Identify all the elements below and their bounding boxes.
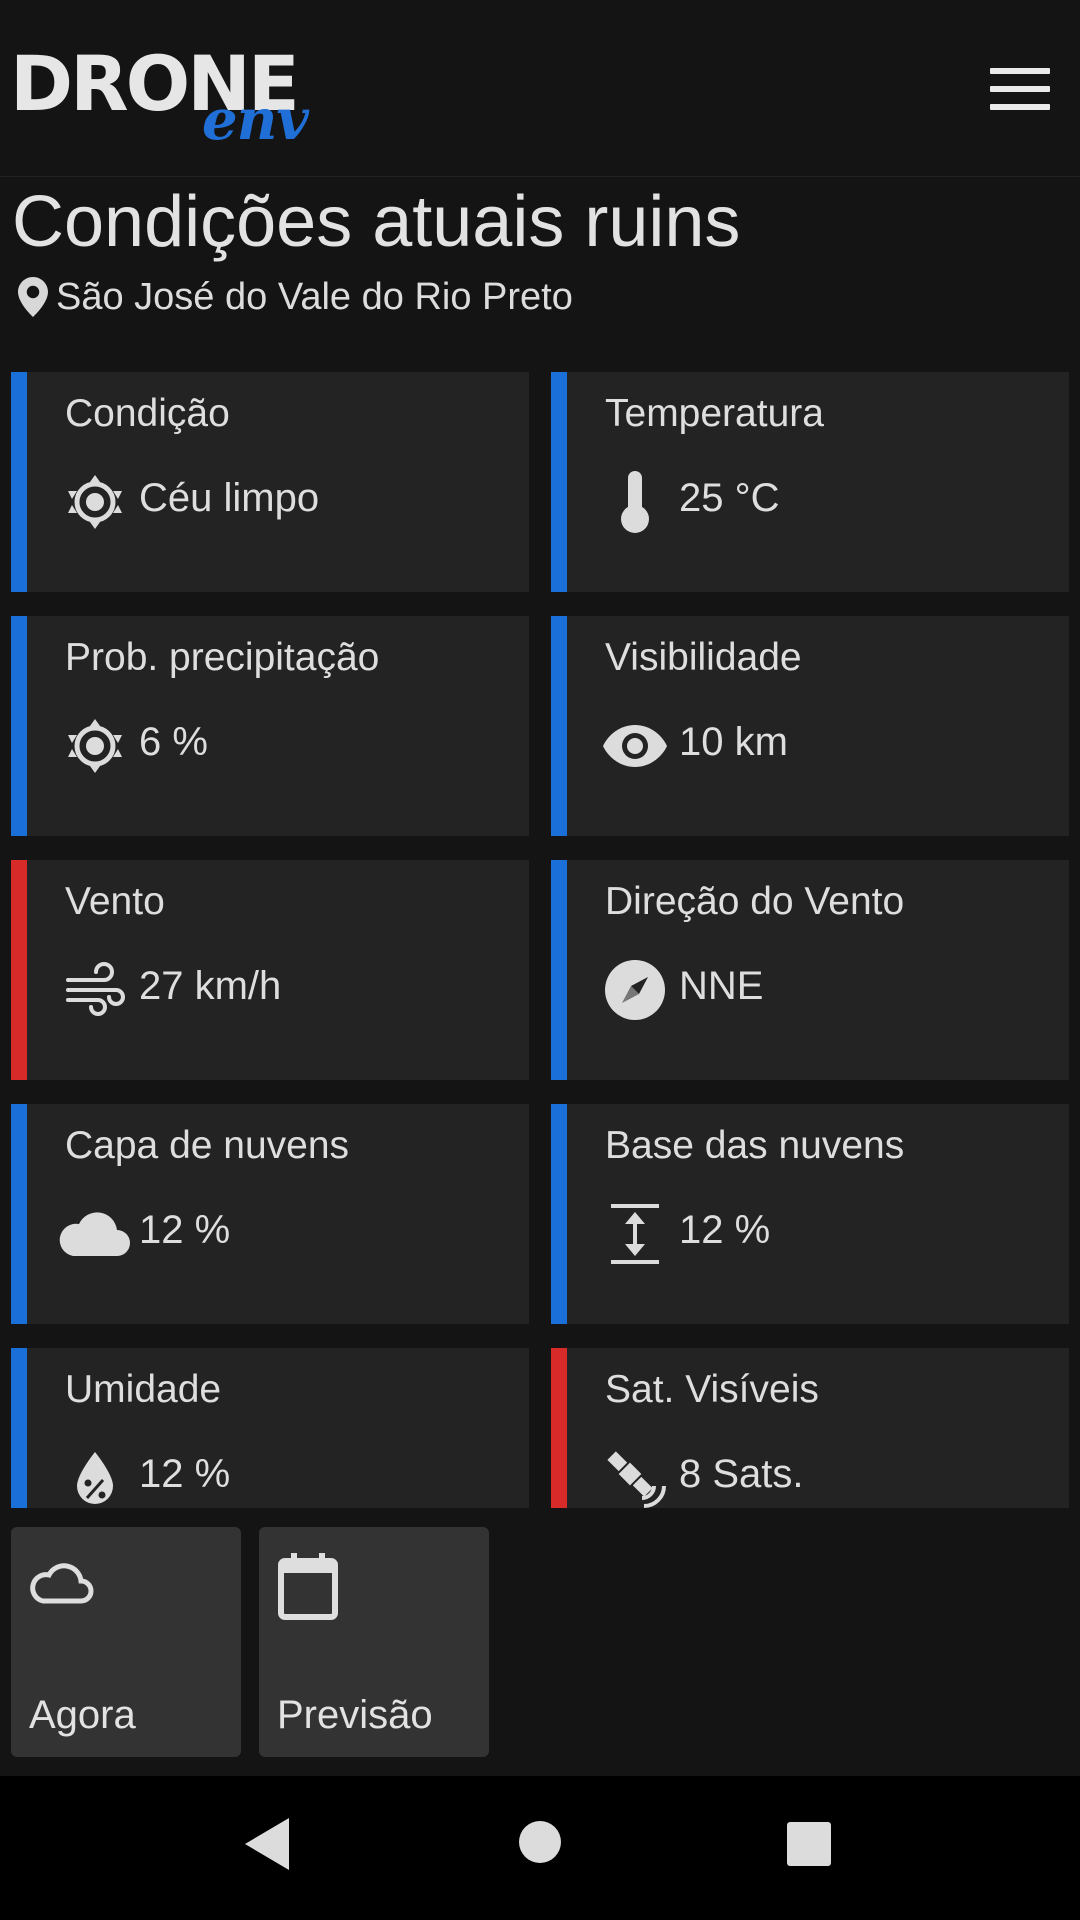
card-label: Condição (65, 392, 230, 435)
app-logo: DRONE env (10, 46, 310, 156)
card-value: 12 % (139, 1208, 231, 1252)
status-bar (11, 616, 27, 836)
card-label: Capa de nuvens (65, 1124, 350, 1167)
cloud-icon (55, 1202, 135, 1266)
card-satelites: Sat. Visíveis 8 Sats. (551, 1348, 1069, 1508)
nav-label: Agora (29, 1693, 136, 1737)
app-header: DRONE env (0, 0, 1080, 177)
card-capa-nuvens: Capa de nuvens 12 % (11, 1104, 529, 1324)
page-title: Condições atuais ruins (12, 182, 741, 262)
card-precipitacao: Prob. precipitação 6 % (11, 616, 529, 836)
card-label: Umidade (65, 1368, 222, 1411)
status-bar (11, 1348, 27, 1508)
card-value: 10 km (679, 720, 788, 764)
card-value: 12 % (679, 1208, 771, 1252)
card-condicao: Condição Céu limpo (11, 372, 529, 592)
height-icon (595, 1202, 675, 1266)
status-bar (551, 1104, 567, 1324)
location-pin-icon (18, 277, 48, 317)
card-value: NNE (679, 964, 764, 1008)
status-bar (551, 860, 567, 1080)
card-label: Base das nuvens (605, 1124, 905, 1167)
back-icon[interactable] (243, 1816, 291, 1872)
compass-icon (595, 958, 675, 1022)
card-value: 12 % (139, 1452, 231, 1496)
nav-agora-button[interactable]: Agora (11, 1527, 241, 1757)
card-value: 8 Sats. (679, 1452, 804, 1496)
nav-previsao-button[interactable]: Previsão (259, 1527, 489, 1757)
card-label: Sat. Visíveis (605, 1368, 819, 1411)
humidity-drop-icon (55, 1446, 135, 1510)
card-vento: Vento 27 km/h (11, 860, 529, 1080)
card-value: 27 km/h (139, 964, 282, 1008)
card-direcao-vento: Direção do Vento NNE (551, 860, 1069, 1080)
card-visibilidade: Visibilidade 10 km (551, 616, 1069, 836)
logo-sub-text: env (202, 87, 309, 153)
card-base-nuvens: Base das nuvens 12 % (551, 1104, 1069, 1324)
location: São José do Vale do Rio Preto (18, 272, 573, 322)
location-text: São José do Vale do Rio Preto (56, 275, 573, 318)
card-label: Visibilidade (605, 636, 802, 679)
wind-icon (55, 958, 135, 1022)
card-temperatura: Temperatura 25 °C (551, 372, 1069, 592)
card-label: Vento (65, 880, 165, 923)
system-navigation-bar (0, 1776, 1080, 1920)
card-value: 6 % (139, 720, 208, 764)
card-label: Direção do Vento (605, 880, 905, 923)
status-bar (551, 1348, 567, 1508)
card-value: 25 °C (679, 476, 780, 520)
cloud-outline-icon (30, 1563, 94, 1604)
nav-label: Previsão (277, 1693, 433, 1737)
thermometer-icon (595, 470, 675, 534)
status-bar (11, 860, 27, 1080)
card-value: Céu limpo (139, 476, 320, 520)
status-bar (551, 372, 567, 592)
recents-icon[interactable] (787, 1822, 831, 1866)
satellite-icon (595, 1446, 675, 1510)
status-bar (11, 1104, 27, 1324)
card-umidade: Umidade 12 % (11, 1348, 529, 1508)
status-bar (11, 372, 27, 592)
sun-icon (55, 470, 135, 534)
calendar-icon (278, 1553, 338, 1620)
sun-icon (55, 714, 135, 778)
card-label: Temperatura (605, 392, 824, 435)
status-bar (551, 616, 567, 836)
card-label: Prob. precipitação (65, 636, 380, 679)
hamburger-menu-icon[interactable] (986, 64, 1056, 114)
eye-icon (595, 714, 675, 778)
home-icon[interactable] (518, 1820, 562, 1864)
